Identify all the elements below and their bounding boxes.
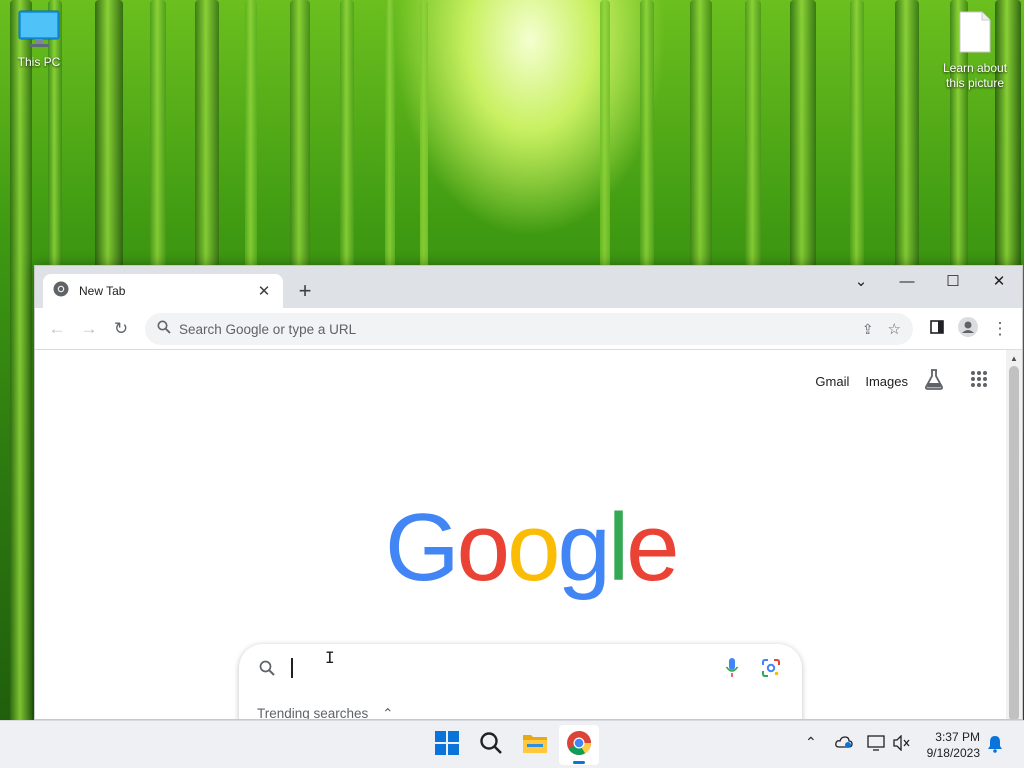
new-tab-button[interactable]: + — [293, 279, 317, 303]
logo-letter: G — [385, 494, 457, 601]
bamboo-stalk — [10, 0, 32, 768]
chevron-down-icon: ⌄ — [855, 272, 868, 290]
maximize-icon: ☐ — [946, 272, 959, 290]
maximize-button[interactable]: ☐ — [930, 266, 976, 296]
chrome-icon — [566, 730, 592, 761]
search-icon — [259, 660, 275, 681]
taskbar-search-button[interactable] — [471, 725, 511, 765]
chrome-taskbar-button[interactable] — [559, 725, 599, 765]
profile-button[interactable] — [956, 317, 980, 341]
logo-letter: g — [557, 494, 607, 601]
show-hidden-icons-chevron-icon[interactable]: ⌃ — [805, 734, 817, 751]
browser-toolbar: ← → ↻ Search Google or type a URL ⇪ ☆ ⋮ — [35, 308, 1022, 350]
minimize-button[interactable]: — — [884, 266, 930, 296]
side-panel-button[interactable] — [925, 317, 949, 341]
reload-button[interactable]: ↻ — [109, 317, 133, 341]
bookmark-star-icon[interactable]: ☆ — [888, 320, 901, 338]
volume-muted-icon[interactable] — [893, 735, 911, 754]
logo-letter: l — [608, 494, 626, 601]
apps-grid-icon[interactable] — [970, 370, 988, 393]
scroll-thumb[interactable] — [1009, 366, 1019, 720]
menu-button[interactable]: ⋮ — [988, 317, 1012, 341]
network-icon[interactable] — [867, 735, 885, 754]
start-button[interactable] — [427, 725, 467, 765]
arrow-right-icon: → — [81, 319, 98, 339]
tab-new-tab[interactable]: New Tab ✕ — [43, 274, 283, 308]
logo-letter: o — [507, 494, 557, 601]
avatar-icon — [958, 317, 978, 342]
close-tab-icon[interactable]: ✕ — [255, 282, 273, 300]
tab-strip: New Tab ✕ + ⌄ — ☐ ✕ — [35, 266, 1022, 308]
clock-date: 9/18/2023 — [927, 745, 980, 761]
forward-button[interactable]: → — [77, 317, 101, 341]
logo-letter: o — [457, 494, 507, 601]
labs-flask-icon[interactable] — [924, 368, 944, 395]
browser-window: New Tab ✕ + ⌄ — ☐ ✕ ← → ↻ Search Google … — [34, 265, 1023, 720]
notification-bell-icon[interactable] — [987, 735, 1003, 756]
minimize-icon: — — [900, 273, 915, 290]
vertical-scrollbar[interactable]: ▲ — [1006, 350, 1022, 720]
search-box[interactable]: Trending searches ⌃ — [239, 644, 802, 720]
file-explorer-button[interactable] — [515, 725, 555, 765]
images-link[interactable]: Images — [865, 374, 908, 389]
taskbar: ⌃ 3:37 PM 9/18/2023 — [0, 720, 1024, 768]
address-bar-placeholder: Search Google or type a URL — [179, 322, 862, 337]
close-button[interactable]: ✕ — [976, 266, 1022, 296]
gmail-link[interactable]: Gmail — [815, 374, 849, 389]
ibeam-cursor-icon: I — [325, 648, 335, 667]
new-tab-page: Gmail Images Google — [35, 350, 1006, 720]
text-cursor — [291, 658, 293, 678]
reload-icon: ↻ — [114, 319, 128, 339]
address-bar[interactable]: Search Google or type a URL ⇪ ☆ — [145, 313, 913, 345]
desktop-icon-this-pc[interactable]: This PC — [3, 10, 75, 70]
google-logo: Google — [385, 498, 677, 598]
chevron-up-icon: ⌃ — [382, 706, 393, 720]
close-icon: ✕ — [993, 272, 1006, 290]
scroll-up-arrow-icon[interactable]: ▲ — [1006, 350, 1022, 366]
back-button[interactable]: ← — [45, 317, 69, 341]
search-icon — [157, 320, 171, 339]
share-icon[interactable]: ⇪ — [862, 321, 874, 338]
search-icon — [479, 731, 503, 760]
file-explorer-icon — [522, 732, 548, 759]
top-links: Gmail Images — [815, 368, 988, 395]
desktop-icon-learn-about-picture[interactable]: Learn about this picture — [939, 10, 1011, 91]
system-clock[interactable]: 3:37 PM 9/18/2023 — [927, 729, 980, 761]
voice-search-icon[interactable] — [725, 657, 739, 684]
trending-label: Trending searches — [257, 706, 368, 720]
more-vert-icon: ⋮ — [992, 319, 1009, 339]
tab-title: New Tab — [79, 284, 255, 298]
arrow-left-icon: ← — [49, 319, 66, 339]
onedrive-icon[interactable] — [835, 735, 853, 752]
windows-start-icon — [435, 731, 459, 760]
document-icon — [939, 10, 1011, 58]
desktop-icon-label: Learn about this picture — [939, 61, 1011, 91]
tab-search-button[interactable]: ⌄ — [838, 266, 884, 296]
monitor-icon — [3, 10, 75, 52]
chrome-icon — [53, 281, 69, 302]
side-panel-icon — [930, 319, 944, 339]
active-indicator — [573, 761, 585, 764]
desktop-icon-label: This PC — [3, 55, 75, 70]
lens-search-icon[interactable] — [761, 658, 781, 683]
logo-letter: e — [626, 494, 676, 601]
clock-time: 3:37 PM — [927, 729, 980, 745]
trending-searches[interactable]: Trending searches ⌃ — [257, 706, 393, 720]
